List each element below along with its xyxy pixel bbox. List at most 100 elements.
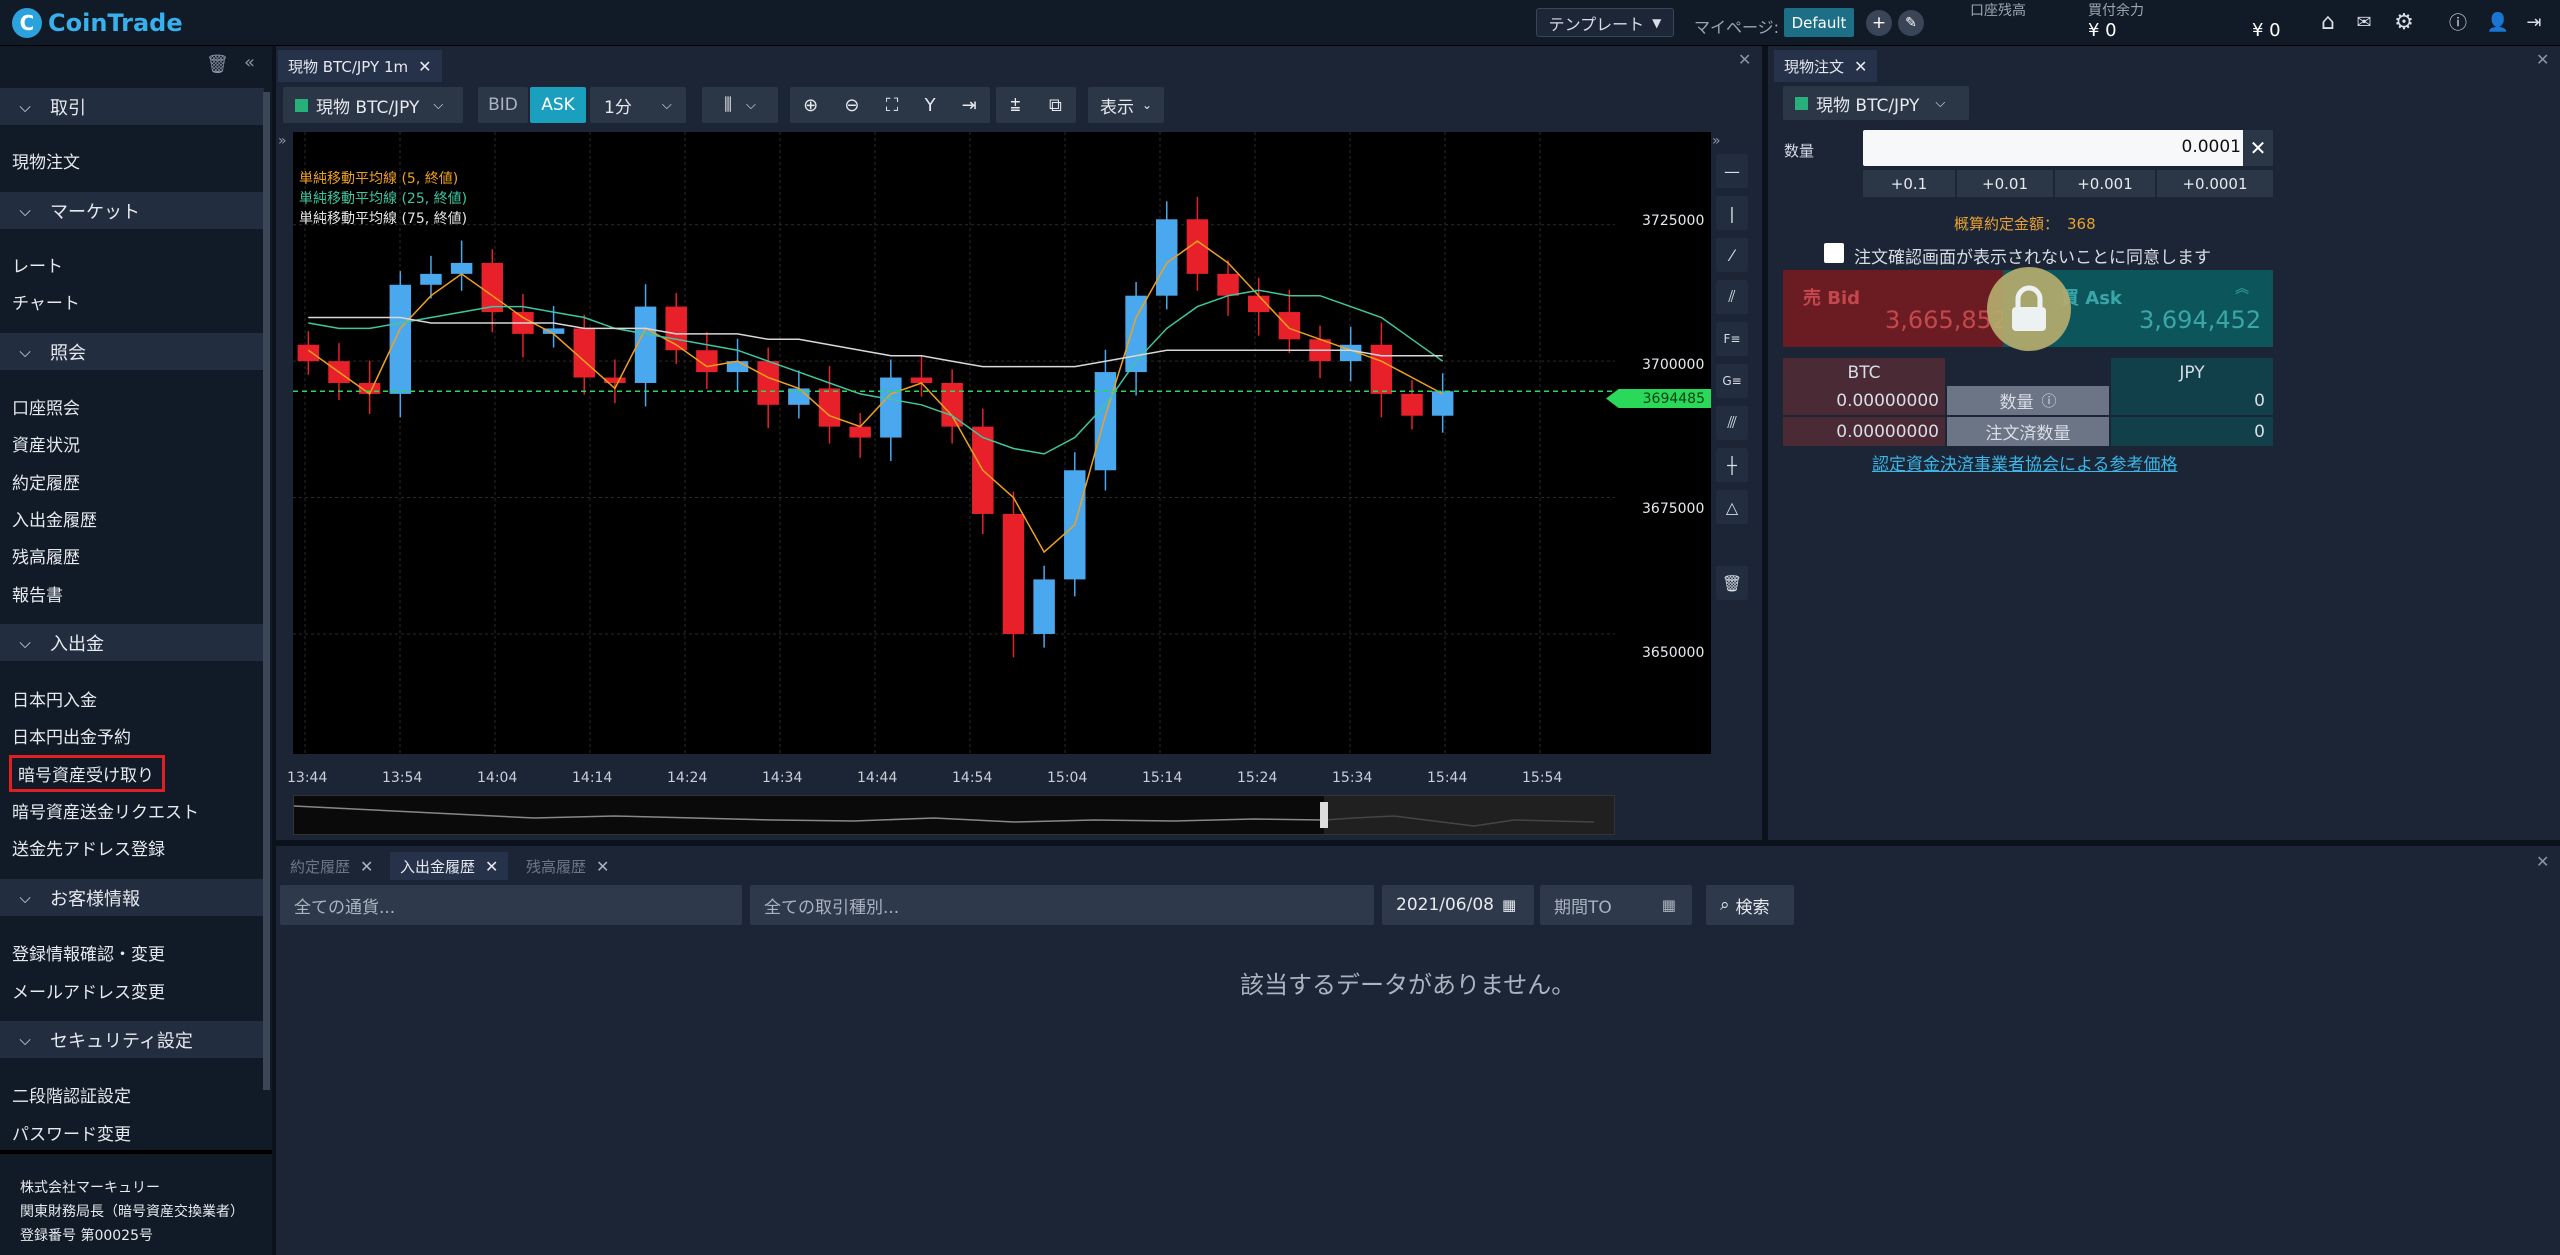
fit-icon[interactable]: ⛶ (886, 95, 899, 116)
vertical-line-icon[interactable]: | (1716, 196, 1748, 230)
currency-filter[interactable]: 全ての通貨... (280, 885, 742, 925)
sidebar-item-address-register[interactable]: 送金先アドレス登録 (12, 835, 165, 860)
user-icon[interactable]: 👤 (2484, 8, 2512, 36)
confirm-skip-checkbox[interactable] (1824, 243, 1844, 263)
sidebar-item-email-change[interactable]: メールアドレス変更 (12, 978, 165, 1003)
parallel-lines-icon[interactable]: ⫽ (1716, 280, 1748, 314)
close-icon[interactable]: ✕ (1854, 57, 1867, 76)
gear-icon[interactable]: ⚙ (2390, 8, 2418, 36)
tab-chart[interactable]: 現物 BTC/JPY 1m ✕ (278, 50, 442, 82)
display-menu[interactable]: 表示 ⌄ (1088, 87, 1164, 123)
sidebar-item-2fa[interactable]: 二段階認証設定 (12, 1082, 131, 1107)
calendar-icon[interactable]: ▦ (1502, 896, 1516, 914)
sidebar-item-profile[interactable]: 登録情報確認・変更 (12, 940, 165, 965)
sidebar-item-assets[interactable]: 資産状況 (12, 431, 80, 456)
trend-line-icon[interactable]: ⁄ (1716, 238, 1748, 272)
close-icon[interactable]: ✕ (418, 57, 431, 76)
sidebar-item-crypto-receive[interactable]: 暗号資産受け取り (9, 755, 165, 792)
close-panel-icon[interactable]: ✕ (2536, 50, 2549, 69)
tab-deposit-history[interactable]: 入出金履歴 ✕ (390, 852, 509, 880)
sidebar-item-chart[interactable]: チャート (12, 289, 80, 314)
zoom-out-icon[interactable]: ⊖ (844, 95, 859, 116)
sidebar-item-rate[interactable]: レート (12, 252, 63, 277)
sidebar-item-account[interactable]: 口座照会 (12, 394, 80, 419)
pitchfork-icon[interactable]: ⫻ (1716, 406, 1748, 440)
crosshair-icon[interactable]: ┼ (1716, 448, 1748, 482)
tab-balance-history[interactable]: 残高履歴 ✕ (516, 852, 619, 880)
expand-right-icon[interactable]: » (1712, 133, 1721, 149)
close-icon[interactable]: ✕ (485, 857, 498, 876)
logout-icon[interactable]: ⇥ (2520, 8, 2548, 36)
collapse-sidebar-icon[interactable]: « (244, 52, 255, 73)
sidebar-section-customer[interactable]: ⌵ お客様情報 (0, 879, 264, 916)
logo[interactable]: C CoinTrade (12, 8, 183, 38)
expand-left-icon[interactable]: » (278, 133, 287, 149)
sidebar-scrollbar[interactable] (263, 92, 270, 1090)
horizontal-line-icon[interactable]: — (1716, 154, 1748, 188)
sidebar-item-trade-history[interactable]: 約定履歴 (12, 469, 80, 494)
help-icon[interactable]: ⓘ (2444, 8, 2472, 36)
zoom-in-icon[interactable]: ⊕ (803, 95, 818, 116)
mail-icon[interactable]: ✉ (2350, 8, 2378, 36)
close-icon[interactable]: ✕ (360, 857, 373, 876)
date-to-input[interactable]: 期間TO ▦ (1540, 885, 1692, 925)
search-button[interactable]: ⌕ 検索 (1706, 885, 1794, 925)
chart-type-select[interactable]: ⫼ ⌵ (702, 87, 778, 123)
info-icon[interactable]: ⓘ (2041, 390, 2056, 411)
sidebar-item-password[interactable]: パスワード変更 (12, 1120, 131, 1145)
bid-toggle[interactable]: BID (478, 87, 528, 123)
candle-body (573, 328, 595, 378)
sidebar-section-deposit[interactable]: ⌵ 入出金 (0, 624, 264, 661)
tab-trade-history[interactable]: 約定履歴 ✕ (280, 852, 383, 880)
trash-icon[interactable]: 🗑 (1716, 566, 1748, 600)
y-axis-fit-icon[interactable]: Y (925, 95, 936, 116)
transaction-type-filter[interactable]: 全ての取引種別... (750, 885, 1374, 925)
sidebar-item-balance-history[interactable]: 残高履歴 (12, 543, 80, 568)
close-panel-icon[interactable]: ✕ (2536, 852, 2549, 871)
date-from-input[interactable]: 2021/06/08 ▦ (1382, 885, 1534, 925)
x-tick-label: 13:54 (382, 770, 423, 786)
sidebar-item-jpy-deposit[interactable]: 日本円入金 (12, 686, 97, 711)
ask-toggle[interactable]: ASK (530, 87, 586, 123)
add-page-icon[interactable]: + (1866, 10, 1892, 36)
close-panel-icon[interactable]: ✕ (1738, 50, 1751, 69)
sidebar-item-deposit-history[interactable]: 入出金履歴 (12, 506, 97, 531)
trash-icon[interactable]: 🗑 (206, 54, 229, 75)
scroll-latest-icon[interactable]: ⇥ (962, 95, 977, 116)
chart-navigator[interactable] (293, 795, 1615, 835)
sidebar-section-inquiry[interactable]: ⌵ 照会 (0, 333, 264, 370)
symbol-select[interactable]: 現物 BTC/JPY ⌵ (283, 87, 463, 123)
clear-qty-icon[interactable]: ✕ (2243, 130, 2273, 166)
home-icon[interactable]: ⌂ (2314, 8, 2342, 36)
sidebar-item-reports[interactable]: 報告書 (12, 581, 63, 606)
lock-icon[interactable] (1987, 267, 2071, 351)
add-indicator-icon[interactable]: ⩲ (1010, 95, 1021, 116)
gann-icon[interactable]: G≡ (1716, 364, 1748, 398)
navigator-svg (293, 796, 1614, 834)
fibonacci-icon[interactable]: F≡ (1716, 322, 1748, 356)
sidebar-item-jpy-withdraw[interactable]: 日本円出金予約 (12, 723, 131, 748)
order-symbol-select[interactable]: 現物 BTC/JPY ⌵ (1783, 86, 1969, 120)
tab-spot-order[interactable]: 現物注文 ✕ (1774, 50, 1878, 82)
edit-page-icon[interactable]: ✎ (1898, 10, 1924, 36)
sidebar-section-trade[interactable]: ⌵ 取引 (0, 88, 264, 125)
close-icon[interactable]: ✕ (596, 857, 609, 876)
qty-add-0.01-button[interactable]: +0.01 (1957, 170, 2053, 197)
screenshot-icon[interactable]: ⧉ (1049, 95, 1062, 116)
template-dropdown[interactable]: テンプレート ▼ (1536, 8, 1674, 37)
mypage-default-button[interactable]: Default (1784, 8, 1854, 37)
sidebar-section-security[interactable]: ⌵ セキュリティ設定 (0, 1021, 264, 1058)
qty-add-0.001-button[interactable]: +0.001 (2055, 170, 2155, 197)
triangle-icon[interactable]: △ (1716, 490, 1748, 524)
qty-add-0.0001-button[interactable]: +0.0001 (2157, 170, 2273, 197)
sidebar-item-spot-order[interactable]: 現物注文 (12, 148, 80, 173)
calendar-icon[interactable]: ▦ (1662, 896, 1676, 914)
reference-price-link[interactable]: 認定資金決済事業者協会による参考価格 (1872, 450, 2178, 475)
sell-bid-button[interactable]: 売 Bid 3,665,852 (1783, 270, 2007, 347)
interval-select[interactable]: 1分 ⌵ (590, 87, 686, 123)
price-chart[interactable] (293, 132, 1615, 754)
qty-input[interactable]: 0.0001 (1863, 130, 2253, 166)
qty-add-0.1-button[interactable]: +0.1 (1863, 170, 1955, 197)
sidebar-item-crypto-send[interactable]: 暗号資産送金リクエスト (12, 798, 199, 823)
sidebar-section-market[interactable]: ⌵ マーケット (0, 192, 264, 229)
